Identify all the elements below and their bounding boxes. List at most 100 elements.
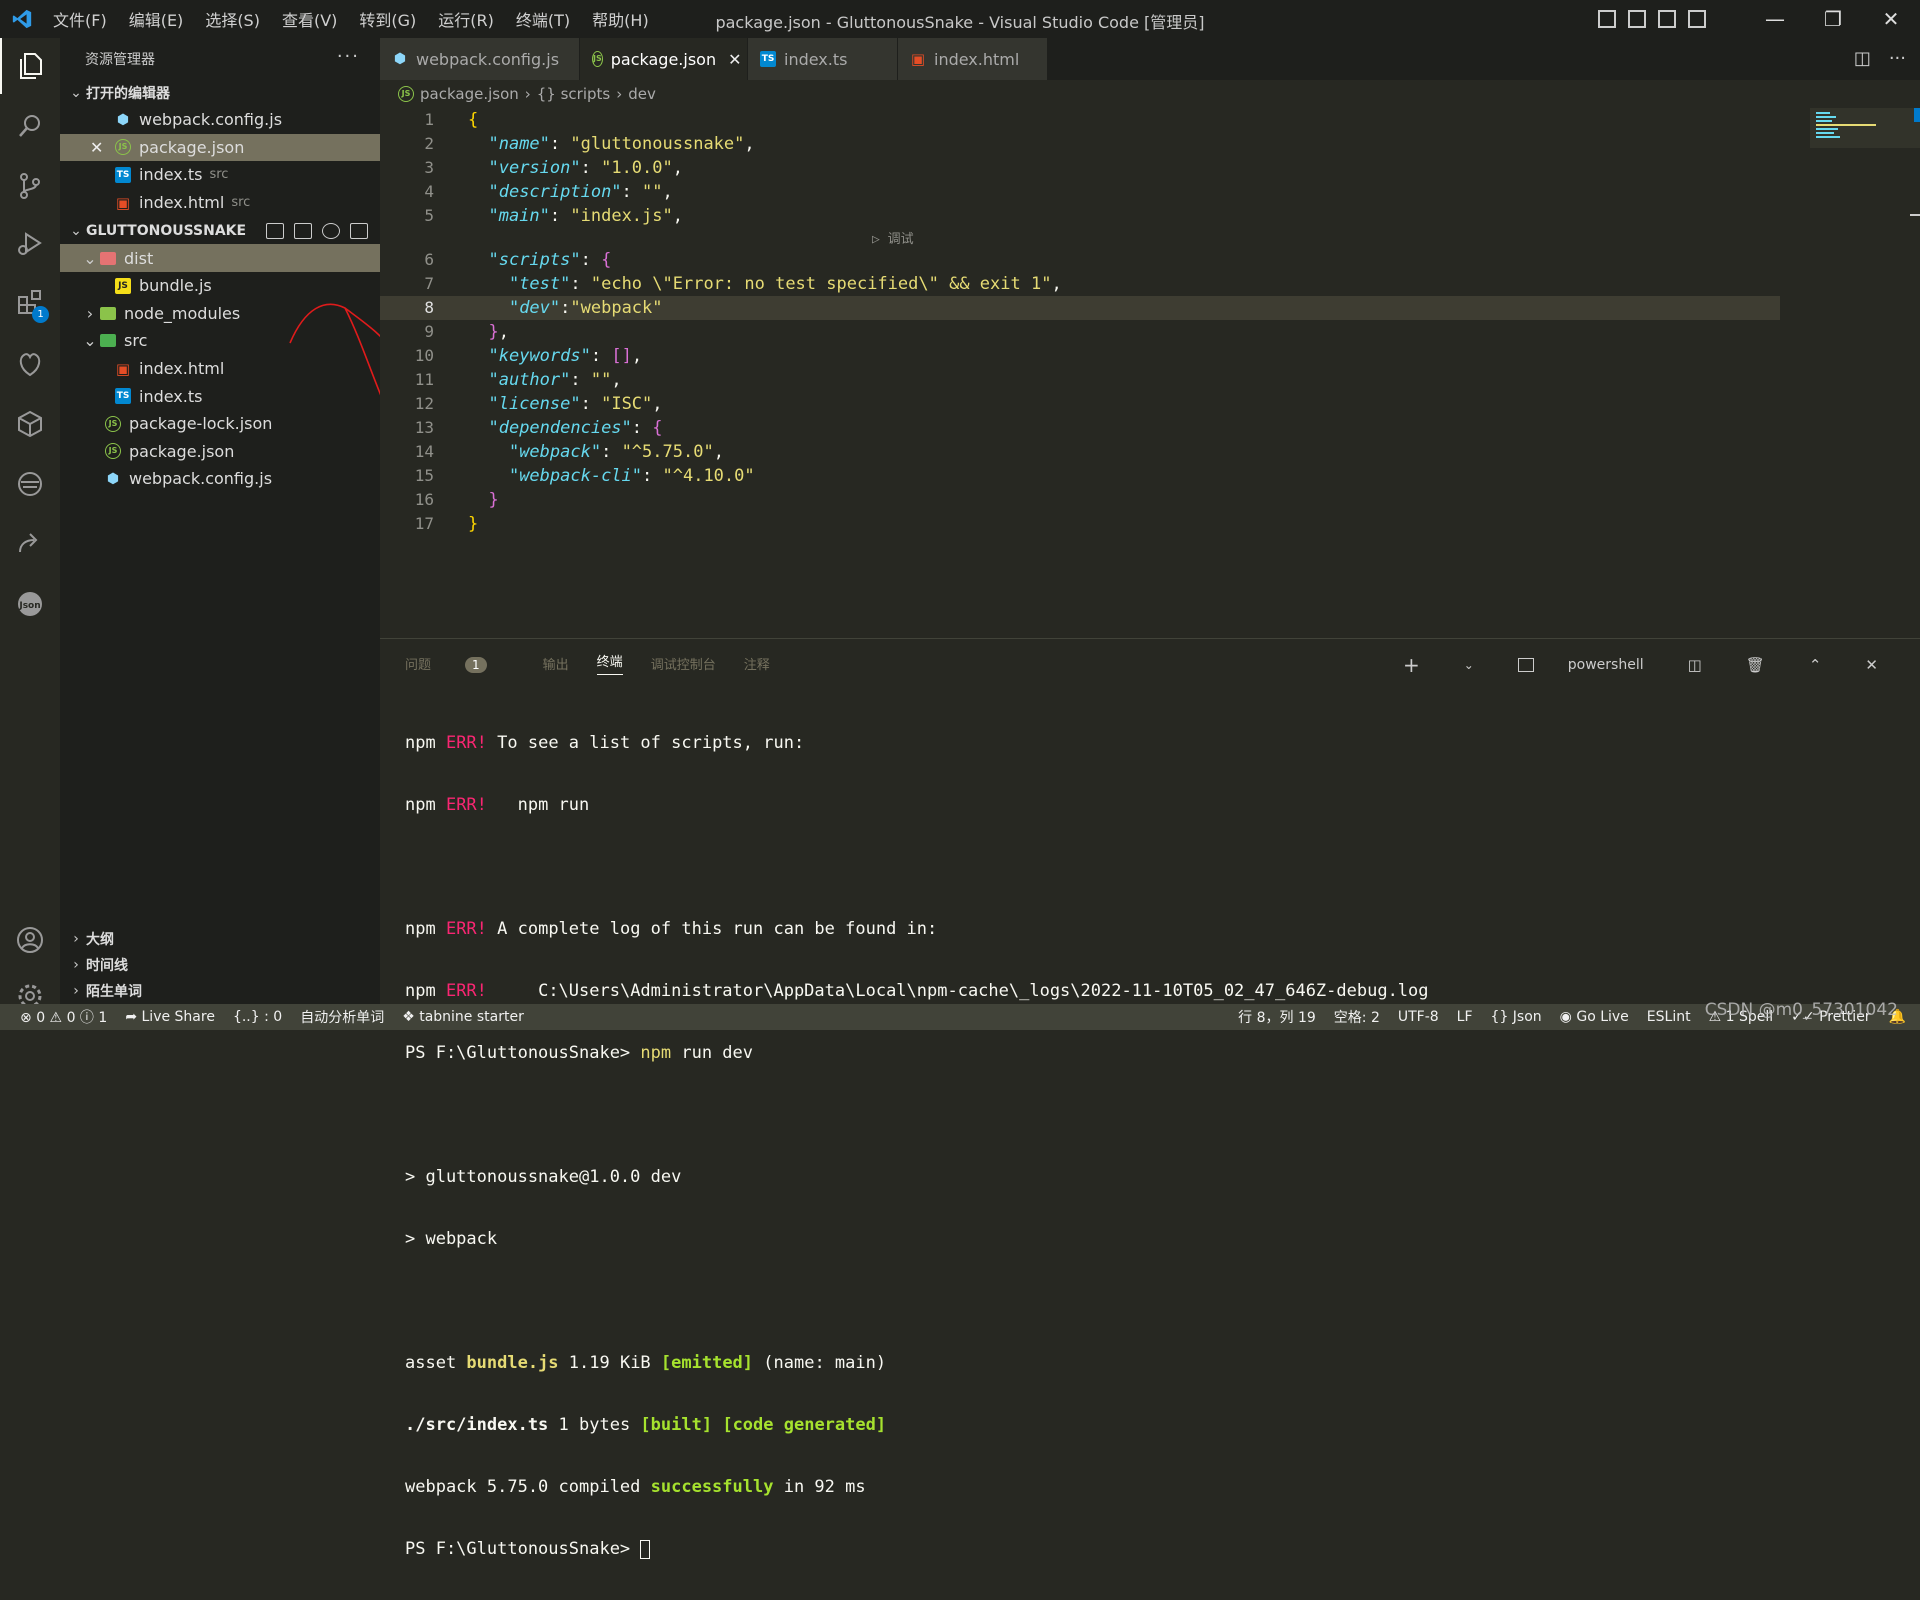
menu-go[interactable]: 转到(G) bbox=[350, 7, 425, 31]
project-section[interactable]: ⌄ GLUTTONOUSSNAKE bbox=[60, 218, 380, 244]
webpack-file-icon: ⬢ bbox=[116, 111, 130, 128]
close-editor-icon[interactable]: ✕ bbox=[90, 138, 115, 157]
json-status[interactable]: {..} : 0 bbox=[233, 1009, 282, 1025]
open-editor-item[interactable]: TS index.ts src bbox=[60, 161, 380, 189]
run-debug-icon[interactable] bbox=[0, 216, 60, 272]
shell-name[interactable]: powershell bbox=[1568, 657, 1644, 673]
live-share-activity-icon[interactable] bbox=[0, 516, 60, 572]
terminal-output[interactable]: npm ERR! To see a list of scripts, run: … bbox=[405, 692, 1429, 1600]
eol-status[interactable]: LF bbox=[1457, 1009, 1473, 1025]
more-actions-icon[interactable]: ··· bbox=[337, 46, 360, 67]
minimap[interactable] bbox=[1810, 108, 1920, 638]
customize-layout-icon[interactable] bbox=[1688, 10, 1706, 28]
toggle-sidebar-icon[interactable] bbox=[1598, 10, 1616, 28]
breadcrumb: JS package.json › {} scripts › dev bbox=[380, 80, 1920, 108]
toggle-panel-icon[interactable] bbox=[1628, 10, 1646, 28]
code-line: 10 "keywords": [], bbox=[414, 345, 643, 366]
tree-folder-dist[interactable]: ⌄ dist bbox=[60, 244, 380, 272]
explorer-icon[interactable] bbox=[0, 38, 60, 94]
open-editor-item[interactable]: ⬢ webpack.config.js bbox=[60, 106, 380, 134]
minimize-icon[interactable]: — bbox=[1746, 7, 1804, 31]
tab-package-json[interactable]: JS package.json ✕ bbox=[580, 38, 748, 80]
database-icon[interactable] bbox=[0, 456, 60, 512]
close-window-icon[interactable]: ✕ bbox=[1862, 7, 1920, 31]
explorer-title: 资源管理器 bbox=[85, 52, 155, 68]
open-editors-section[interactable]: ⌄ 打开的编辑器 bbox=[60, 80, 380, 106]
trash-icon[interactable]: 🗑 bbox=[1746, 656, 1765, 674]
outline-section[interactable]: › 大纲 bbox=[60, 926, 380, 952]
chevron-right-icon: › bbox=[616, 85, 623, 103]
open-editor-item[interactable]: ▣ index.html src bbox=[60, 189, 380, 217]
activity-bar: 1 Json bbox=[0, 38, 60, 1008]
restore-icon[interactable]: ❐ bbox=[1804, 7, 1862, 31]
menu-bar: 文件(F) 编辑(E) 选择(S) 查看(V) 转到(G) 运行(R) 终端(T… bbox=[44, 7, 658, 31]
source-control-icon[interactable] bbox=[0, 158, 60, 214]
menu-selection[interactable]: 选择(S) bbox=[196, 7, 269, 31]
menu-terminal[interactable]: 终端(T) bbox=[507, 7, 579, 31]
editor-tabs: ⬢ webpack.config.js JS package.json ✕ TS… bbox=[380, 38, 1920, 80]
menu-view[interactable]: 查看(V) bbox=[273, 7, 346, 31]
account-icon[interactable] bbox=[0, 912, 60, 968]
timeline-section[interactable]: › 时间线 bbox=[60, 952, 380, 978]
menu-help[interactable]: 帮助(H) bbox=[583, 7, 658, 31]
tab-webpack-config[interactable]: ⬢ webpack.config.js bbox=[380, 38, 580, 80]
live-share-status[interactable]: ➦ Live Share bbox=[125, 1009, 215, 1025]
problems-status[interactable]: ⊗ 0 ⚠ 0 ⓘ 1 bbox=[20, 1007, 107, 1027]
new-folder-icon[interactable] bbox=[294, 223, 312, 240]
tabnine-icon: ❖ bbox=[402, 1009, 415, 1025]
maximize-panel-icon[interactable]: ⌃ bbox=[1809, 656, 1822, 674]
code-editor[interactable]: 1{ 2 "name": "gluttonoussnake", 3 "versi… bbox=[380, 108, 1920, 638]
html-file-icon: ▣ bbox=[115, 193, 131, 212]
tree-file[interactable]: JS bundle.js bbox=[60, 272, 380, 300]
problems-badge: 1 bbox=[465, 656, 487, 673]
javascript-file-icon: JS bbox=[115, 277, 131, 294]
indent-status[interactable]: 空格: 2 bbox=[1334, 1007, 1380, 1027]
new-terminal-icon[interactable]: + bbox=[1403, 653, 1420, 677]
chevron-down-icon: ⌄ bbox=[83, 331, 97, 351]
menu-run[interactable]: 运行(R) bbox=[429, 7, 503, 31]
language-status[interactable]: {} Json bbox=[1491, 1009, 1542, 1025]
tab-debug-console[interactable]: 调试控制台 bbox=[651, 654, 716, 673]
close-tab-icon[interactable]: ✕ bbox=[728, 50, 741, 69]
extensions-icon[interactable]: 1 bbox=[0, 274, 60, 330]
typescript-file-icon: TS bbox=[760, 51, 776, 67]
breadcrumb-scripts[interactable]: {} scripts bbox=[537, 85, 610, 103]
tab-terminal[interactable]: 终端 bbox=[596, 651, 623, 675]
go-live-status[interactable]: ◉ Go Live bbox=[1560, 1009, 1629, 1025]
toggle-secondary-sidebar-icon[interactable] bbox=[1658, 10, 1676, 28]
menu-edit[interactable]: 编辑(E) bbox=[120, 7, 193, 31]
debug-codelens[interactable]: ▷ 调试 bbox=[872, 228, 914, 247]
breadcrumb-dev[interactable]: dev bbox=[628, 85, 656, 103]
editor-more-icon[interactable]: ··· bbox=[1889, 48, 1906, 69]
chevron-right-icon: › bbox=[524, 85, 531, 103]
breadcrumb-file[interactable]: package.json bbox=[420, 85, 519, 103]
tab-problems[interactable]: 问题 1 bbox=[405, 654, 515, 673]
tab-output[interactable]: 输出 bbox=[543, 654, 569, 673]
split-terminal-icon[interactable]: ◫ bbox=[1688, 656, 1702, 674]
unknown-words-section[interactable]: › 陌生单词 bbox=[60, 978, 380, 1004]
eslint-status[interactable]: ESLint bbox=[1647, 1009, 1691, 1025]
json-file-icon: JS bbox=[115, 139, 131, 156]
json-tool-icon[interactable]: Json bbox=[0, 576, 60, 632]
auto-analyze-status[interactable]: 自动分析单词 bbox=[300, 1007, 384, 1027]
tab-index-ts[interactable]: TS index.ts bbox=[748, 38, 898, 80]
testing-icon[interactable] bbox=[0, 336, 60, 392]
cursor-position-status[interactable]: 行 8，列 19 bbox=[1238, 1007, 1316, 1027]
collapse-all-icon[interactable] bbox=[350, 223, 368, 240]
search-icon[interactable] bbox=[0, 98, 60, 154]
menu-file[interactable]: 文件(F) bbox=[44, 7, 116, 31]
chevron-down-icon[interactable]: ⌄ bbox=[1464, 658, 1474, 672]
open-editor-item[interactable]: ✕ JS package.json bbox=[60, 133, 380, 162]
svg-text:Json: Json bbox=[18, 601, 40, 611]
tab-comments[interactable]: 注释 bbox=[744, 654, 770, 673]
refresh-icon[interactable] bbox=[322, 223, 340, 240]
code-line: 7 "test": "echo \"Error: no test specifi… bbox=[424, 273, 1062, 294]
tab-index-html[interactable]: ▣ index.html bbox=[898, 38, 1048, 80]
tabnine-status[interactable]: ❖ tabnine starter bbox=[402, 1009, 524, 1025]
new-file-icon[interactable] bbox=[266, 223, 284, 240]
code-line: 1{ bbox=[424, 109, 479, 130]
close-panel-icon[interactable]: ✕ bbox=[1865, 656, 1878, 674]
encoding-status[interactable]: UTF-8 bbox=[1398, 1009, 1439, 1025]
remote-explorer-icon[interactable] bbox=[0, 396, 60, 452]
split-editor-icon[interactable]: ◫ bbox=[1854, 48, 1871, 69]
